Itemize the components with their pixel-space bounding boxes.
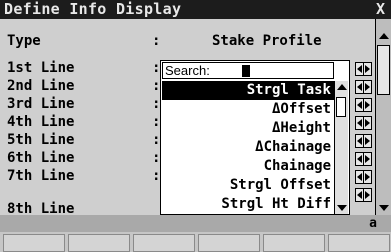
arrow-right-icon	[365, 137, 370, 145]
arrow-right-icon	[365, 173, 370, 181]
choice-list: Strgl Task ΔOffset ΔHeight ΔChainage Cha…	[162, 81, 335, 214]
close-icon[interactable]: X	[376, 0, 385, 19]
line-6-label: 6th Line	[7, 150, 75, 166]
arrow-right-icon	[365, 101, 370, 109]
arrow-left-icon	[357, 83, 362, 91]
input-mode-indicator: a	[369, 216, 377, 231]
dropdown-scrollbar[interactable]	[334, 81, 348, 214]
list-item-selected[interactable]: Strgl Task	[162, 81, 335, 100]
f3-button[interactable]	[133, 234, 195, 252]
line-3-label: 3rd Line	[7, 96, 75, 112]
function-key-bar	[0, 232, 391, 252]
scroll-up-icon[interactable]	[337, 84, 347, 90]
list-item[interactable]: Strgl Offset	[162, 176, 335, 195]
line-4-label: 4th Line	[7, 114, 75, 130]
type-label: Type	[7, 33, 41, 49]
scroll-up-icon[interactable]	[379, 33, 389, 39]
list-item[interactable]: ΔOffset	[162, 100, 335, 119]
scroll-down-icon[interactable]	[337, 205, 347, 211]
scroll-thumb[interactable]	[377, 45, 390, 95]
list-item[interactable]: Chainage	[162, 157, 335, 176]
line-8-toggle-arrows[interactable]	[355, 188, 372, 202]
scroll-down-icon[interactable]	[379, 205, 389, 211]
line-4-toggle-arrows[interactable]	[355, 116, 372, 130]
arrow-right-icon	[365, 155, 370, 163]
line-7-label: 7th Line	[7, 168, 75, 184]
arrow-left-icon	[357, 101, 362, 109]
f2-button[interactable]	[68, 234, 130, 252]
arrow-left-icon	[357, 119, 362, 127]
f5-button[interactable]	[263, 234, 325, 252]
arrow-left-icon	[357, 173, 362, 181]
f1-button[interactable]	[3, 234, 65, 252]
arrow-right-icon	[365, 65, 370, 73]
title-bar: Define Info Display X	[0, 0, 391, 19]
type-value[interactable]: Stake Profile	[212, 33, 322, 49]
type-colon: :	[152, 33, 161, 49]
scroll-thumb[interactable]	[336, 97, 346, 117]
arrow-right-icon	[365, 83, 370, 91]
line-5-label: 5th Line	[7, 132, 75, 148]
line-7-toggle-arrows[interactable]	[355, 170, 372, 184]
arrow-right-icon	[365, 119, 370, 127]
line-3-toggle-arrows[interactable]	[355, 98, 372, 112]
line-1-toggle-arrows[interactable]	[355, 62, 372, 76]
search-input[interactable]: Search:	[162, 62, 334, 79]
window-title: Define Info Display	[4, 0, 182, 18]
search-label: Search:	[165, 63, 210, 78]
list-item[interactable]: Strgl Ht Diff	[162, 195, 335, 214]
choice-dropdown[interactable]: Search: Strgl Task ΔOffset ΔHeight ΔChai…	[160, 60, 350, 215]
form-area: Type : Stake Profile 1st Line 2nd Line 3…	[0, 19, 375, 215]
f4-button[interactable]	[198, 234, 260, 252]
arrow-left-icon	[357, 155, 362, 163]
arrow-right-icon	[365, 191, 370, 199]
f6-button[interactable]	[328, 234, 390, 252]
text-cursor	[242, 65, 250, 77]
status-bar: a	[0, 215, 391, 232]
list-item[interactable]: ΔChainage	[162, 138, 335, 157]
line-5-toggle-arrows[interactable]	[355, 134, 372, 148]
line-2-label: 2nd Line	[7, 78, 75, 94]
line-2-toggle-arrows[interactable]	[355, 80, 372, 94]
arrow-left-icon	[357, 191, 362, 199]
page-scrollbar[interactable]	[375, 19, 391, 215]
line-6-toggle-arrows[interactable]	[355, 152, 372, 166]
line-8-label: 8th Line	[7, 201, 75, 215]
list-item[interactable]: ΔHeight	[162, 119, 335, 138]
arrow-left-icon	[357, 65, 362, 73]
line-1-label: 1st Line	[7, 60, 75, 76]
arrow-left-icon	[357, 137, 362, 145]
